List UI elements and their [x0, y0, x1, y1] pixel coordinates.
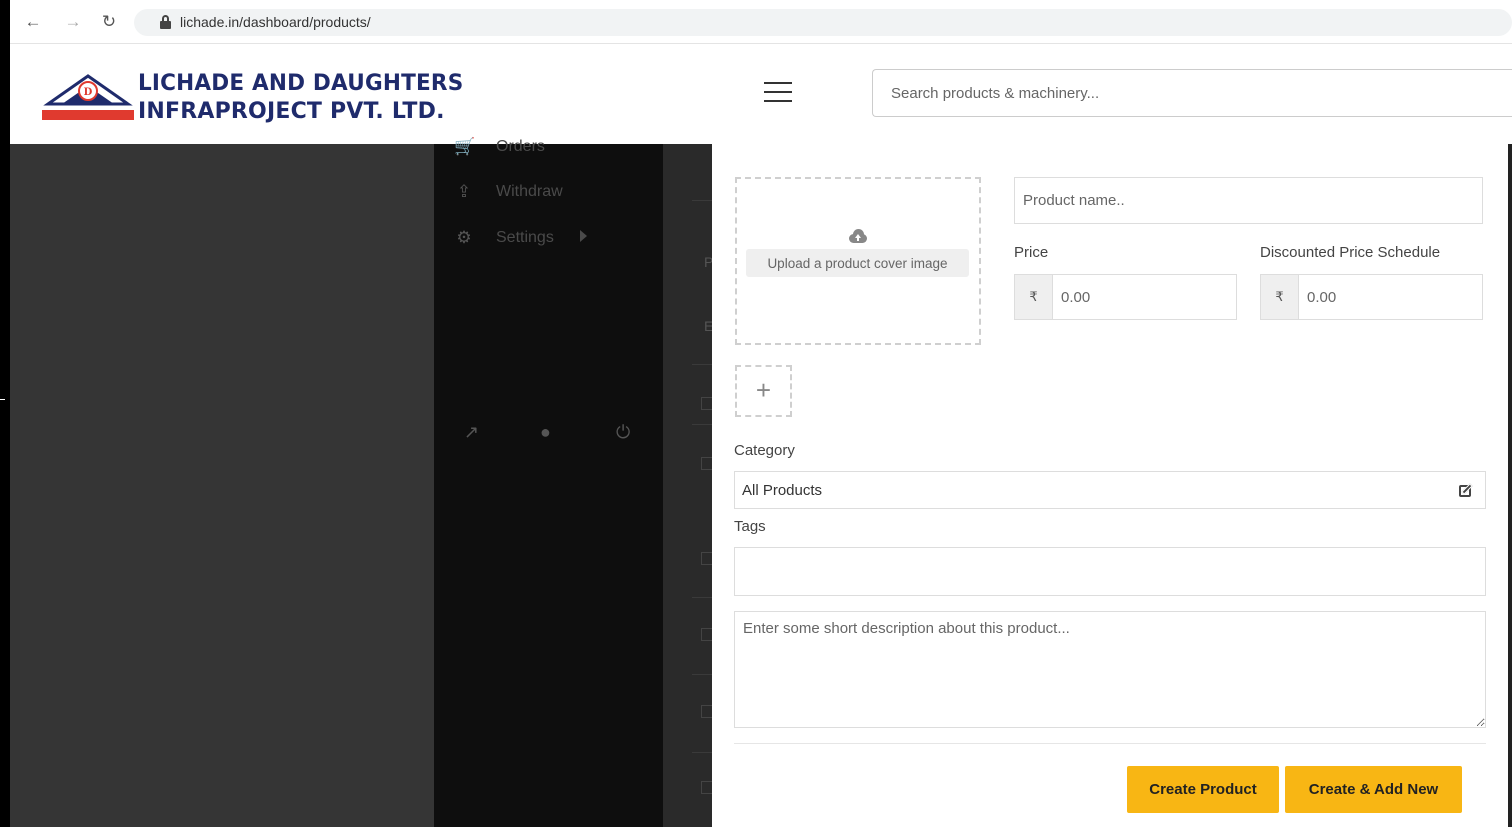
edit-icon[interactable] [1459, 482, 1475, 498]
cover-image-dropzone[interactable]: Upload a product cover image [735, 177, 981, 345]
dim-divider [692, 752, 712, 753]
browser-toolbar: ← → ↻ lichade.in/dashboard/products/ [10, 0, 1512, 44]
add-product-modal: Upload a product cover image + Price Dis… [712, 144, 1508, 827]
table-row-checkbox [701, 705, 712, 718]
create-product-button[interactable]: Create Product [1127, 766, 1279, 813]
svg-text:D: D [84, 87, 93, 98]
dim-divider [692, 364, 712, 365]
price-label: Price [1014, 244, 1049, 261]
site-header: D LICHADE AND DAUGHTERS INFRAPROJECT PVT… [10, 44, 1512, 144]
add-gallery-image-button[interactable]: + [735, 365, 792, 417]
price-input[interactable] [1052, 274, 1237, 320]
cart-icon: 🛒 [454, 137, 476, 156]
category-value: All Products [742, 482, 823, 499]
short-description-textarea[interactable] [734, 611, 1486, 728]
upload-icon: ⇪ [456, 182, 472, 201]
sidebar-item-label: Withdraw [496, 183, 563, 200]
company-logo[interactable]: D [42, 66, 134, 122]
forward-arrow-icon[interactable]: → [64, 12, 82, 32]
user-icon[interactable]: ● [540, 422, 551, 443]
tags-label: Tags [734, 518, 766, 535]
tags-input[interactable] [734, 547, 1486, 596]
rupee-icon: ₹ [1014, 274, 1052, 320]
table-row-checkbox [701, 457, 712, 470]
address-bar[interactable]: lichade.in/dashboard/products/ [134, 9, 1512, 36]
sidebar-item-settings[interactable]: ⚙ Settings [434, 223, 663, 253]
external-link-icon[interactable]: ↗ [464, 422, 479, 443]
upload-cover-button[interactable]: Upload a product cover image [746, 249, 969, 277]
sidebar-item-label: Orders [496, 138, 545, 155]
cloud-upload-icon [847, 229, 869, 243]
url-text: lichade.in/dashboard/products/ [180, 14, 371, 30]
search-input[interactable] [872, 69, 1512, 117]
dashboard-sidebar: 🛒 Orders ⇪ Withdraw ⚙ Settings ↗ ● ⏻ [434, 137, 663, 827]
discount-price-input[interactable] [1298, 274, 1483, 320]
table-row-checkbox [701, 552, 712, 565]
hamburger-menu-icon[interactable] [764, 82, 794, 104]
table-row-checkbox [701, 781, 712, 794]
sidebar-item-label: Settings [496, 229, 554, 246]
product-name-input[interactable] [1014, 177, 1483, 224]
back-arrow-icon[interactable]: ← [24, 12, 42, 32]
dim-divider [692, 597, 712, 598]
table-row-checkbox [701, 628, 712, 641]
page-overlay[interactable] [10, 144, 434, 827]
dim-divider [692, 674, 712, 675]
category-label: Category [734, 442, 795, 459]
sidebar-item-withdraw[interactable]: ⇪ Withdraw [434, 177, 663, 207]
rupee-icon: ₹ [1260, 274, 1298, 320]
caret-right-icon [580, 230, 587, 242]
screen-left-edge [0, 0, 10, 827]
create-and-add-new-button[interactable]: Create & Add New [1285, 766, 1462, 813]
gear-icon: ⚙ [456, 228, 472, 247]
dim-divider [692, 200, 712, 201]
category-select[interactable]: All Products [734, 471, 1486, 509]
reload-icon[interactable]: ↻ [100, 12, 118, 32]
sidebar-item-orders[interactable]: 🛒 Orders [434, 132, 663, 162]
edge-mark [0, 399, 5, 400]
table-row-checkbox [701, 397, 712, 410]
form-divider [734, 743, 1486, 744]
lock-icon [160, 15, 171, 29]
dimmed-content [663, 144, 712, 827]
dim-divider [692, 424, 712, 425]
discount-price-label: Discounted Price Schedule [1260, 244, 1441, 261]
power-icon[interactable]: ⏻ [616, 422, 630, 443]
company-name-line2: INFRAPROJECT PVT. LTD. [138, 99, 445, 124]
company-name-line1: LICHADE AND DAUGHTERS [138, 71, 464, 96]
modal-scrollbar[interactable] [1508, 144, 1512, 827]
